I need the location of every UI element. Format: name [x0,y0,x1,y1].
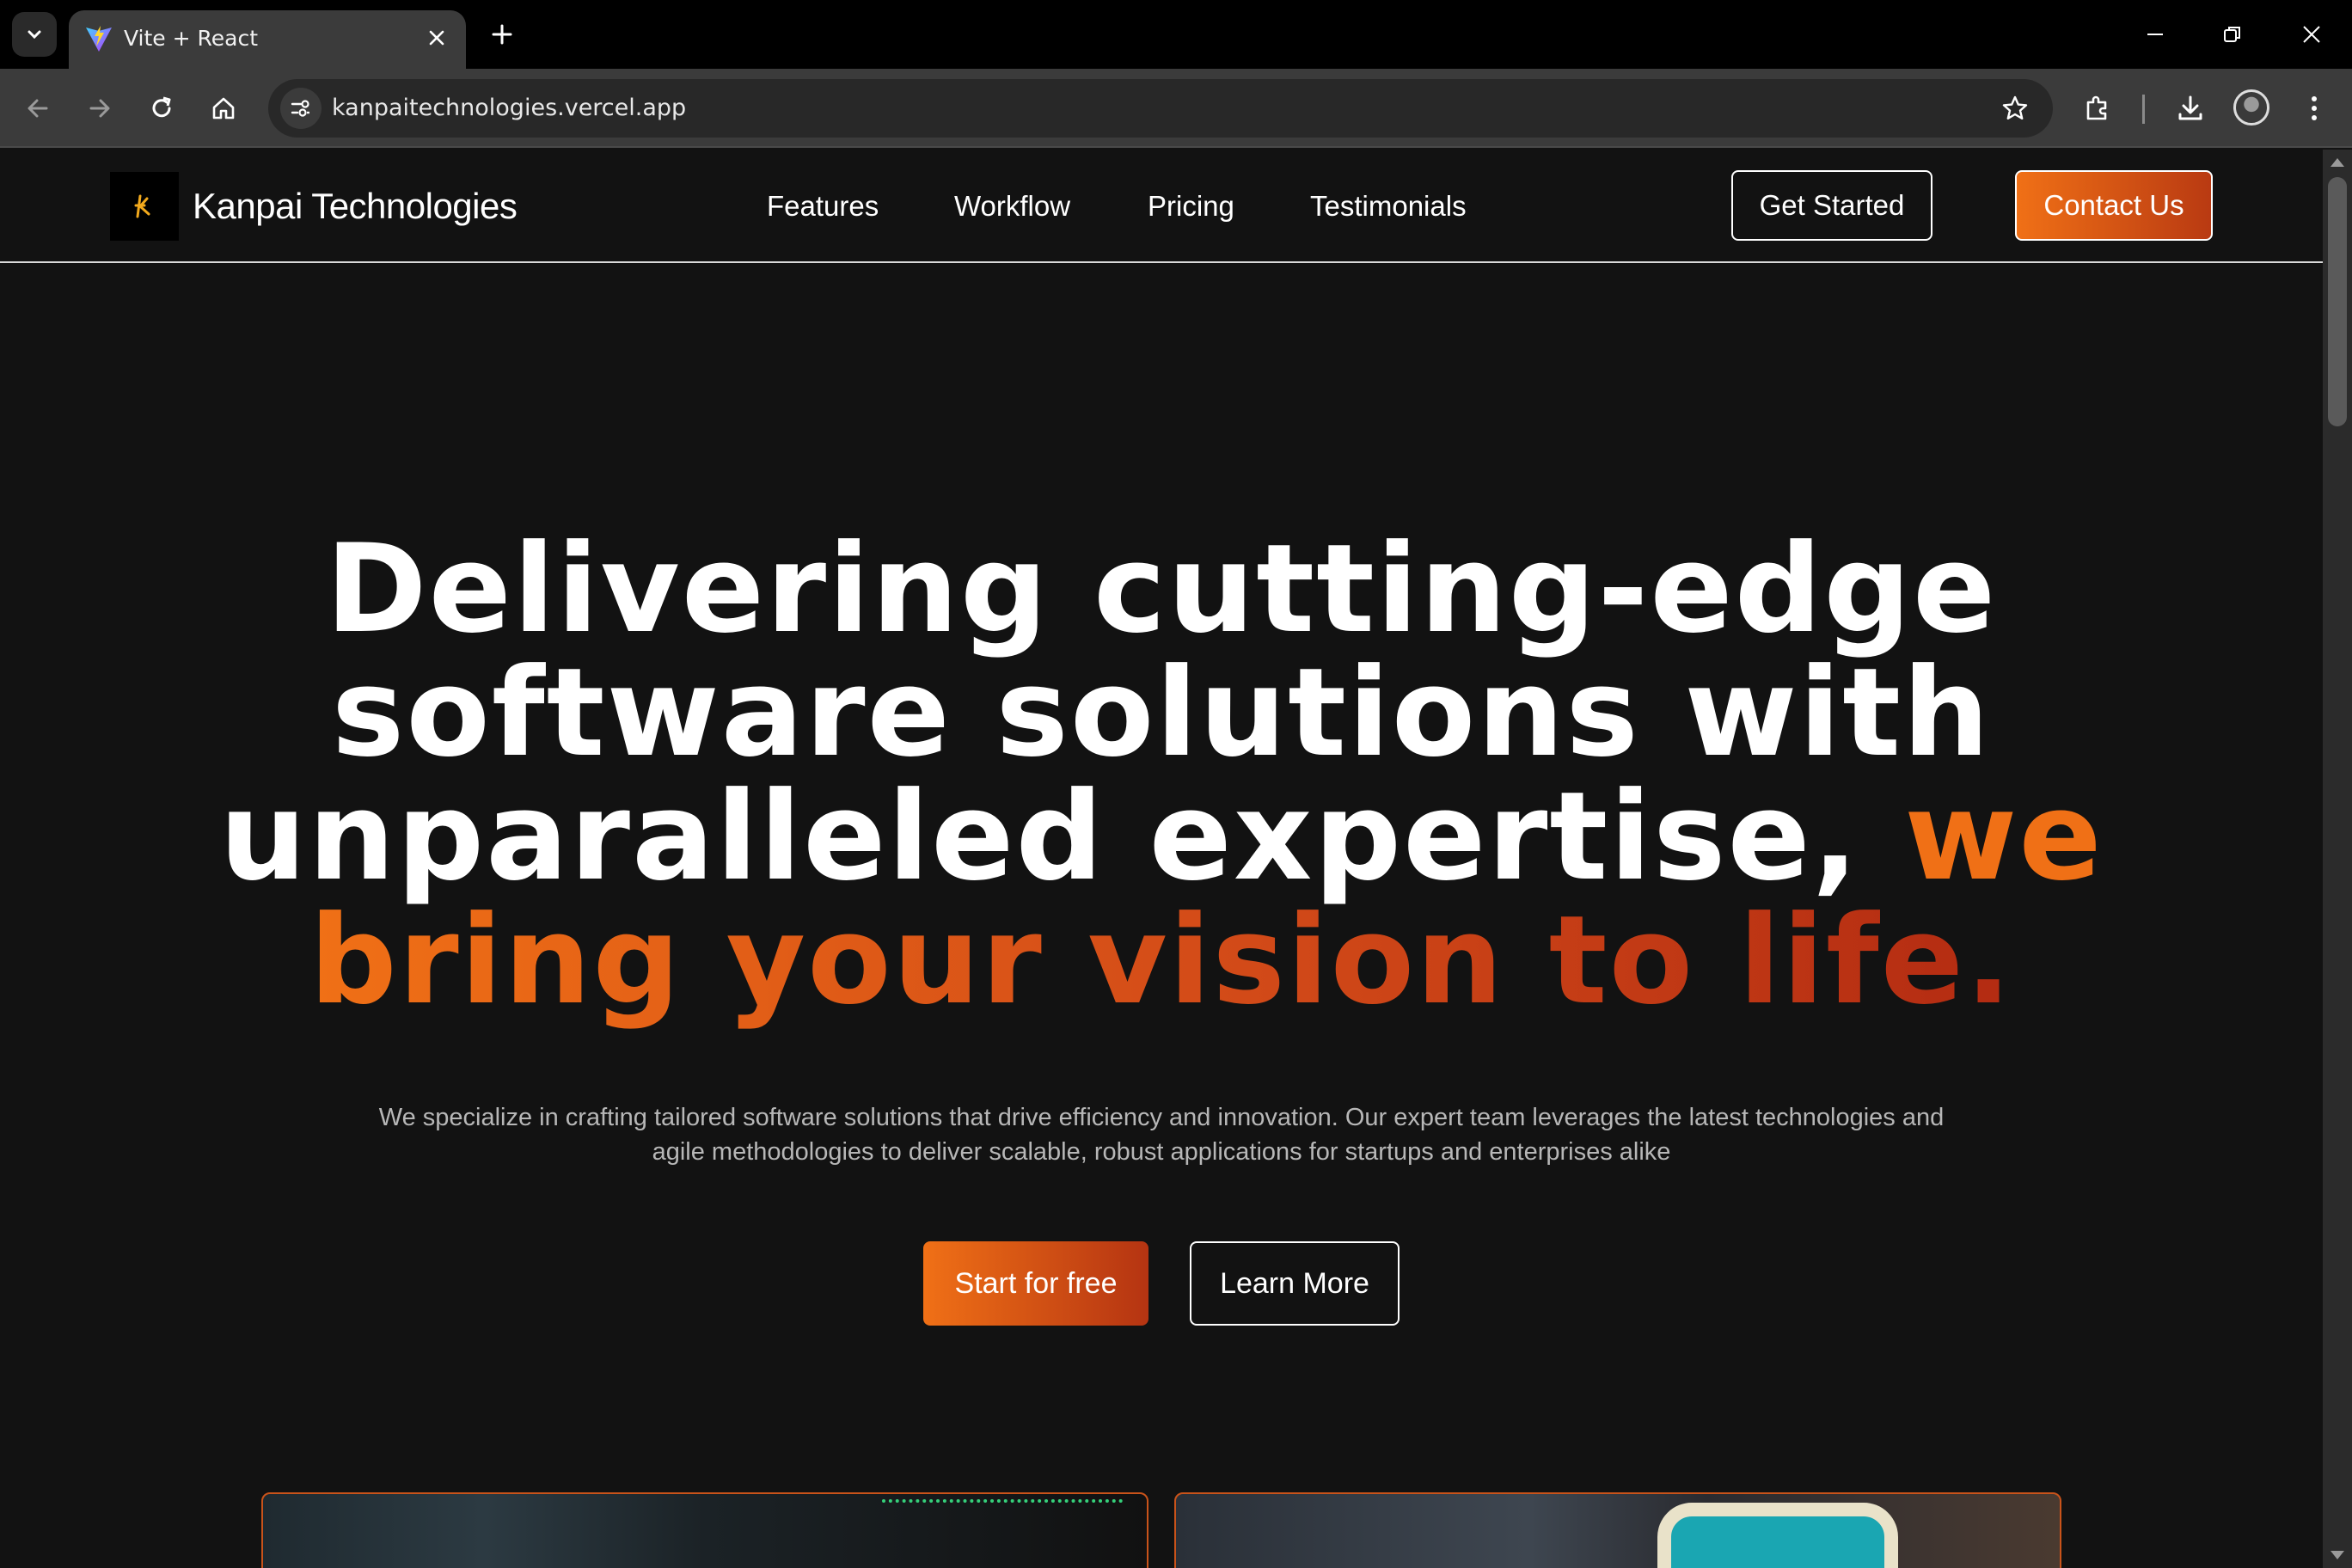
browser-toolbar: kanpaitechnologies.vercel.app [0,69,2352,148]
minimize-icon [2147,34,2163,35]
site-info-icon [291,100,309,117]
site-info-button[interactable] [280,88,322,129]
reload-button[interactable] [141,88,182,129]
learn-more-button[interactable]: Learn More [1190,1241,1400,1326]
nav-link-pricing[interactable]: Pricing [1148,189,1234,224]
downloads-button[interactable] [2170,88,2211,129]
showcase-image-left [261,1492,1148,1568]
brand-name[interactable]: Kanpai Technologies [193,182,518,230]
bookmark-button[interactable] [1996,89,2034,127]
back-icon [28,99,48,118]
close-window-button[interactable] [2282,9,2342,60]
hero-line-3: unparalleled expertise, [219,766,1905,908]
minimize-button[interactable] [2125,9,2185,60]
menu-icon [2312,96,2317,120]
scroll-down-arrow[interactable] [2331,1551,2344,1559]
page-viewport: Kanpai Technologies Features Workflow Pr… [0,150,2323,1568]
close-icon [429,30,444,46]
new-tab-button[interactable] [483,15,521,53]
chart-graphic [882,1499,1123,1516]
chevron-down-icon [28,30,41,40]
hero-accent-we: we [1904,766,2104,908]
home-button[interactable] [203,88,244,129]
close-icon [2303,26,2320,43]
get-started-button[interactable]: Get Started [1731,170,1932,241]
star-icon [2002,95,2028,119]
tab-title: Vite + React [124,26,259,51]
device-graphic [1657,1503,1898,1568]
hero-line-2: software solutions with [331,642,1992,784]
showcase-image-right [1174,1492,2061,1568]
close-tab-button[interactable] [421,22,452,53]
restore-button[interactable] [2202,9,2263,60]
start-for-free-button[interactable]: Start for free [923,1241,1148,1326]
logo[interactable] [110,172,179,241]
extensions-icon [2086,95,2107,120]
download-icon [2178,95,2202,120]
kanpai-logo-icon [134,194,150,218]
browser-tab[interactable]: Vite + React [69,10,466,69]
url-text[interactable]: kanpaitechnologies.vercel.app [332,91,686,126]
back-button[interactable] [17,88,58,129]
scroll-up-arrow[interactable] [2331,158,2344,167]
tab-search-button[interactable] [12,12,57,57]
nav-link-testimonials[interactable]: Testimonials [1310,189,1467,224]
plus-icon [492,24,512,45]
browser-menu-button[interactable] [2294,88,2335,129]
toolbar-separator [2142,95,2145,124]
hero-subtitle: We specialize in crafting tailored softw… [378,1104,1945,1166]
tab-strip: Vite + React [0,0,2352,69]
forward-icon [89,99,110,118]
extensions-button[interactable] [2077,88,2118,129]
hero-accent-line: bring your vision to life. [309,890,2013,1032]
contact-us-button[interactable]: Contact Us [2015,170,2213,241]
profile-icon[interactable] [2233,89,2269,126]
forward-button[interactable] [79,88,120,129]
site-navbar: Kanpai Technologies Features Workflow Pr… [0,150,2323,263]
home-icon [212,97,235,119]
hero-line-1: Delivering cutting-edge [325,518,1998,660]
restore-icon [2224,27,2240,42]
scroll-thumb[interactable] [2328,177,2347,426]
page-scrollbar[interactable] [2323,150,2352,1568]
hero-headline: Delivering cutting-edge software solutio… [0,528,2323,1023]
reload-icon [152,96,171,118]
address-bar[interactable]: kanpaitechnologies.vercel.app [268,79,2053,138]
vite-favicon-icon [86,26,112,52]
nav-link-workflow[interactable]: Workflow [954,189,1070,224]
nav-link-features[interactable]: Features [767,189,879,224]
